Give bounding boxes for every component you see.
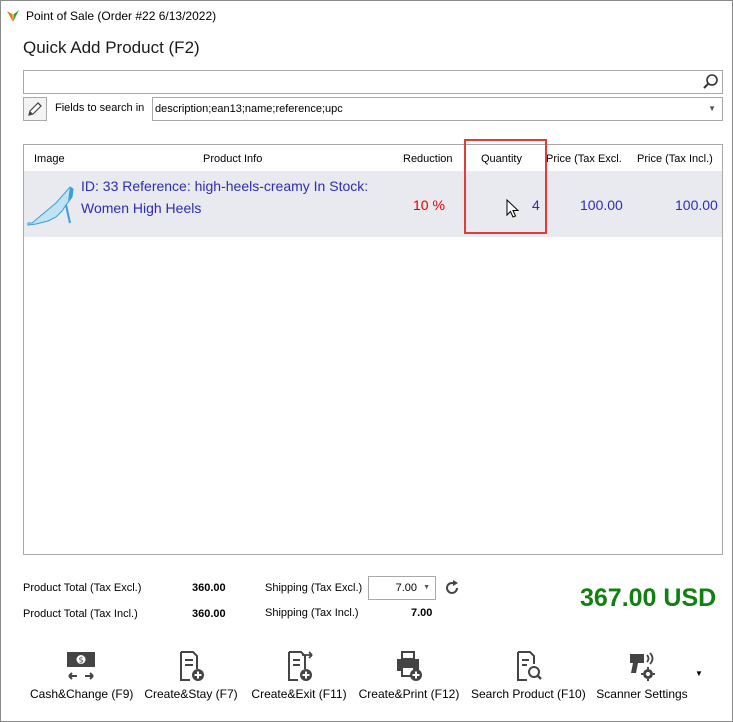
shipping-incl: 7.00 (411, 607, 433, 619)
col-price-incl[interactable]: Price (Tax Incl.) (637, 153, 722, 165)
mouse-cursor-icon (506, 199, 520, 218)
reduction-value[interactable]: 10 % (413, 197, 445, 213)
search-icon[interactable] (702, 73, 720, 91)
cash-change-button[interactable]: $ Cash&Change (F9) (30, 649, 134, 701)
fields-value: description;ean13;name;reference;upc (155, 103, 343, 115)
create-exit-button[interactable]: Create&Exit (F11) (250, 649, 348, 701)
create-exit-label: Create&Exit (F11) (251, 687, 347, 701)
fields-label: Fields to search in (55, 102, 145, 114)
product-total-incl-label: Product Total (Tax Incl.) (23, 608, 138, 620)
product-grid: Image Product Info Reduction Quantity Pr… (23, 144, 723, 555)
product-total-excl: 360.00 (192, 582, 226, 594)
pos-window: Point of Sale (Order #22 6/13/2022) Quic… (0, 0, 733, 722)
scanner-settings-button[interactable]: Scanner Settings (595, 649, 689, 701)
col-product-info[interactable]: Product Info (203, 153, 262, 165)
product-info-line1: ID: 33 Reference: high-heels-creamy In S… (81, 178, 369, 194)
shipping-excl-input[interactable]: 7.00 ▼ (368, 576, 436, 600)
product-total-incl: 360.00 (192, 608, 226, 620)
create-stay-label: Create&Stay (F7) (144, 687, 238, 701)
create-print-label: Create&Print (F12) (358, 687, 460, 701)
refresh-icon[interactable] (443, 579, 461, 597)
app-logo-icon (7, 10, 19, 22)
cash-change-label: Cash&Change (F9) (30, 687, 134, 701)
col-image[interactable]: Image (34, 153, 65, 165)
edit-fields-button[interactable] (23, 97, 47, 121)
quantity-highlight-box (464, 139, 547, 234)
price-excl-value[interactable]: 100.00 (580, 197, 623, 213)
col-price-excl[interactable]: Price (Tax Excl.) (546, 153, 621, 165)
search-product-button[interactable]: Search Product (F10) (471, 649, 586, 701)
product-info[interactable]: ID: 33 Reference: high-heels-creamy In S… (81, 175, 401, 219)
scanner-settings-label: Scanner Settings (596, 687, 688, 701)
col-reduction[interactable]: Reduction (403, 153, 453, 165)
shipping-incl-label: Shipping (Tax Incl.) (265, 607, 359, 619)
product-info-line2: Women High Heels (81, 200, 202, 216)
table-row[interactable]: ID: 33 Reference: high-heels-creamy In S… (24, 171, 722, 237)
cash-icon: $ (67, 652, 95, 680)
grand-total: 367.00 USD (580, 584, 717, 612)
pencil-icon (28, 102, 42, 116)
shipping-excl-value: 7.00 (395, 582, 417, 594)
create-print-button[interactable]: Create&Print (F12) (357, 649, 461, 701)
printer-add-icon (397, 651, 422, 681)
create-stay-button[interactable]: Create&Stay (F7) (143, 649, 239, 701)
document-add-icon (180, 651, 204, 681)
window-title: Point of Sale (Order #22 6/13/2022) (26, 9, 217, 23)
search-product-label: Search Product (F10) (471, 687, 586, 701)
product-image (27, 186, 74, 226)
search-input[interactable] (23, 70, 723, 94)
fields-dropdown[interactable]: description;ean13;name;reference;upc ▼ (152, 97, 723, 121)
chevron-down-icon[interactable]: ▼ (423, 584, 430, 591)
page-title: Quick Add Product (F2) (23, 38, 200, 57)
document-exit-icon (288, 651, 313, 681)
shipping-excl-label: Shipping (Tax Excl.) (265, 582, 363, 594)
price-incl-value[interactable]: 100.00 (675, 197, 718, 213)
title-bar: Point of Sale (Order #22 6/13/2022) (1, 1, 732, 31)
document-search-icon (517, 651, 542, 681)
grid-header: Image Product Info Reduction Quantity Pr… (24, 145, 722, 171)
svg-text:$: $ (78, 656, 83, 665)
product-total-excl-label: Product Total (Tax Excl.) (23, 582, 142, 594)
chevron-down-icon: ▼ (708, 104, 716, 113)
overflow-chevron-icon[interactable]: ▼ (695, 669, 703, 678)
scanner-gear-icon (630, 652, 655, 681)
